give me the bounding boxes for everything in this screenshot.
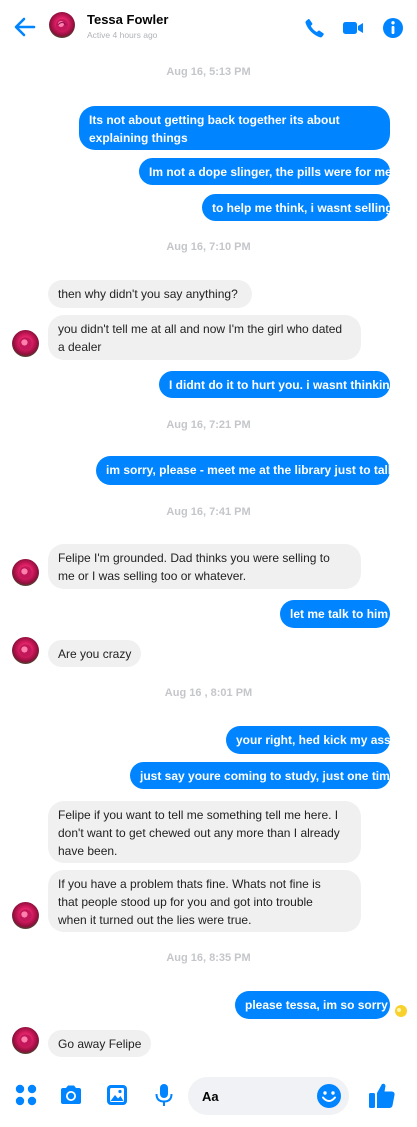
timestamp: Aug 16 , 8:01 PM bbox=[164, 687, 253, 699]
timestamp: Aug 16, 7:41 PM bbox=[166, 506, 251, 518]
outgoing-message[interactable]: just say youre coming to study, just one… bbox=[130, 762, 397, 789]
back-arrow-icon[interactable] bbox=[12, 14, 38, 40]
seen-indicator-avatar bbox=[395, 1005, 407, 1017]
contact-avatar[interactable] bbox=[12, 330, 39, 357]
outgoing-message[interactable]: your right, hed kick my ass bbox=[226, 726, 391, 754]
timestamp: Aug 16, 8:35 PM bbox=[166, 952, 251, 964]
timestamp: Aug 16, 7:21 PM bbox=[166, 419, 251, 431]
message-input-placeholder: Aa bbox=[202, 1089, 219, 1104]
outgoing-message[interactable]: I didnt do it to hurt you. i wasnt think… bbox=[159, 371, 397, 398]
emoji-icon[interactable] bbox=[316, 1083, 342, 1109]
video-camera-icon[interactable] bbox=[341, 16, 365, 40]
contact-status: Active 4 hours ago bbox=[87, 30, 158, 40]
incoming-message[interactable]: you didn't tell me at all and now I'm th… bbox=[48, 315, 361, 360]
outgoing-message[interactable]: please tessa, im so sorry bbox=[235, 991, 390, 1019]
incoming-message[interactable]: Go away Felipe bbox=[48, 1030, 151, 1057]
outgoing-message[interactable]: im sorry, please - meet me at the librar… bbox=[96, 456, 395, 485]
incoming-message[interactable]: If you have a problem thats fine. Whats … bbox=[48, 870, 361, 932]
contact-avatar[interactable] bbox=[49, 12, 75, 38]
incoming-message[interactable]: Felipe if you want to tell me something … bbox=[48, 801, 361, 863]
menu-dots-icon[interactable] bbox=[13, 1082, 39, 1108]
outgoing-message[interactable]: Its not about getting back together its … bbox=[79, 106, 390, 150]
timestamp: Aug 16, 5:13 PM bbox=[166, 66, 251, 78]
contact-avatar[interactable] bbox=[12, 902, 39, 929]
outgoing-message[interactable]: to help me think, i wasnt selling bbox=[202, 194, 393, 221]
camera-icon[interactable] bbox=[58, 1082, 84, 1108]
incoming-message[interactable]: Felipe I'm grounded. Dad thinks you were… bbox=[48, 544, 361, 589]
phone-icon[interactable] bbox=[303, 16, 327, 40]
outgoing-message[interactable]: Im not a dope slinger, the pills were fo… bbox=[139, 158, 392, 185]
outgoing-message[interactable]: let me talk to him bbox=[280, 600, 390, 628]
thumbs-up-icon[interactable] bbox=[367, 1080, 397, 1110]
contact-avatar[interactable] bbox=[12, 637, 39, 664]
contact-avatar[interactable] bbox=[12, 1027, 39, 1054]
gallery-icon[interactable] bbox=[104, 1082, 130, 1108]
conversation-header: Tessa Fowler Active 4 hours ago bbox=[0, 0, 417, 58]
incoming-message[interactable]: Are you crazy bbox=[48, 640, 141, 667]
info-icon[interactable] bbox=[381, 16, 405, 40]
incoming-message[interactable]: then why didn't you say anything? bbox=[48, 280, 252, 308]
timestamp: Aug 16, 7:10 PM bbox=[166, 241, 251, 253]
contact-avatar[interactable] bbox=[12, 559, 39, 586]
microphone-icon[interactable] bbox=[151, 1082, 177, 1108]
contact-name[interactable]: Tessa Fowler bbox=[87, 12, 168, 27]
